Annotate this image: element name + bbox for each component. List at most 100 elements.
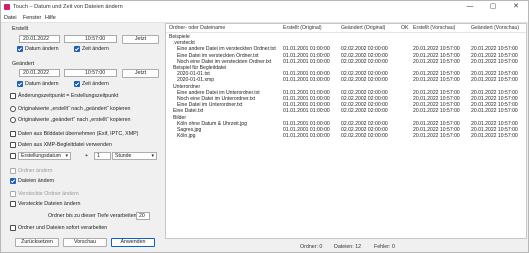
cell-created-original: 01.01.2001 01:00:00 (283, 127, 330, 133)
column-header-ok[interactable]: OK (401, 25, 409, 31)
cell-name: Eine andere Datei im versteckten Ordner.… (177, 46, 276, 53)
cell-name: Eine andere Datei im Unterordner.txt (177, 89, 260, 96)
cell-modified-original: 02.02.2002 02:00:00 (341, 71, 388, 78)
table-row[interactable]: Bilder (166, 115, 526, 121)
modified-change-date-checkbox[interactable] (17, 81, 23, 87)
copy-modified-to-created-radio[interactable] (10, 117, 16, 123)
cell-name: Köln.jpg (177, 133, 196, 140)
created-change-time-checkbox[interactable] (74, 46, 80, 52)
offset-sign: + (85, 153, 89, 159)
cell-modified-original: 02.02.2002 02:00:00 (341, 58, 388, 65)
modified-change-time-checkbox[interactable] (74, 81, 80, 87)
cell-name: Eine Datei im Unterordner.txt (177, 102, 243, 109)
table-row[interactable]: Noch eine Datei im Unterordner.txt 01.01.… (166, 96, 526, 102)
modified-now-button[interactable]: Jetzt (122, 69, 159, 78)
process-immediately-checkbox[interactable] (10, 225, 16, 231)
cell-name: .versteckt (173, 40, 195, 47)
status-files: Dateien: 12 (334, 244, 362, 250)
cell-name: Sagres.jpg (177, 127, 202, 133)
cell-created-preview: 20.01.2022 10:57:00 (413, 120, 460, 127)
cell-modified-preview: 20.01.2022 10:57:00 (471, 120, 518, 127)
cell-modified-preview: 20.01.2022 10:57:00 (471, 102, 518, 109)
table-row[interactable]: Eine Datei.txt 01.01.2001 01:00:00 02.02.2… (166, 108, 526, 115)
cell-modified-preview: 20.01.2022 10:57:00 (471, 133, 518, 140)
cell-created-original: 01.01.2001 01:00:00 (283, 133, 330, 140)
chevron-down-icon: ▾ (151, 153, 154, 159)
column-header-name[interactable]: Ordner- oder Dateiname (169, 25, 225, 31)
cell-created-original: 01.01.2001 01:00:00 (283, 120, 330, 127)
modified-date-input[interactable]: 20.01.2022 (19, 69, 60, 77)
status-folders: Ordner: 0 (300, 244, 323, 250)
modified-time-input[interactable]: 10:57:00 (64, 69, 117, 77)
cell-name: 2020-01-01.txt (177, 71, 210, 78)
table-row[interactable]: Köln.jpg 01.01.2001 01:00:00 02.02.2002 02… (166, 133, 526, 140)
table-row[interactable]: Eine andere Datei im versteckten Ordner.… (166, 46, 526, 53)
status-errors: Fehler: 0 (374, 244, 395, 250)
cell-name: Unterordner (173, 83, 201, 90)
depth-label: Ordner bis zu dieser Tiefe verarbeiten: (48, 213, 139, 219)
from-image-checkbox[interactable] (10, 131, 16, 137)
cell-modified-preview: 20.01.2022 10:57:00 (471, 77, 518, 84)
table-row[interactable]: Beispiel für Begleitdatei (166, 65, 526, 71)
change-folders-checkbox[interactable] (10, 168, 16, 174)
cell-name: Köln ohne Datum & Uhrzeit.jpg (177, 120, 247, 127)
table-row[interactable]: Eine Datei im Unterordner.txt 01.01.2001 … (166, 102, 526, 109)
change-eq-created-label: Änderungszeitpunkt = Erstellungszeitpunk… (18, 93, 119, 99)
column-header-modified-original[interactable]: Geändert (Original) (341, 25, 385, 31)
change-hidden-files-label: Versteckte Dateien ändern (18, 201, 81, 207)
cell-created-preview: 20.01.2022 10:57:00 (413, 89, 460, 96)
cell-created-original: 01.01.2001 01:00:00 (283, 58, 330, 65)
title-bar: Touch – Datum und Zeit von Dateien änder… (1, 1, 528, 13)
offset-checkbox[interactable] (10, 153, 16, 159)
table-row[interactable]: Unterordner (166, 83, 526, 90)
table-row[interactable]: 2020-01-01.txt 01.01.2001 01:00:00 02.02.2… (166, 71, 526, 78)
offset-unit-select[interactable]: Stunde ▾ (112, 152, 157, 160)
table-row[interactable]: 2020-01-01.xmp 01.01.2001 01:00:00 02.02.2… (166, 77, 526, 84)
minimize-button[interactable]: — (459, 2, 481, 12)
change-hidden-files-checkbox[interactable] (10, 201, 16, 207)
menu-datei[interactable]: Datei (4, 15, 17, 21)
offset-value-select[interactable]: 1 (94, 152, 111, 160)
cell-created-preview: 20.01.2022 10:57:00 (413, 52, 460, 59)
maximize-button[interactable]: ▢ (482, 2, 504, 12)
cell-name: 2020-01-01.xmp (177, 77, 215, 84)
table-row[interactable]: Eine andere Datei im Unterordner.txt 01.0… (166, 89, 526, 96)
menu-fenster[interactable]: Fenster (23, 15, 41, 21)
column-header-modified-preview[interactable]: Geändert (Vorschau) (471, 25, 519, 31)
from-image-label: Daten aus Bilddatei übernehmen (Exif, IP… (18, 131, 139, 137)
from-xmp-checkbox[interactable] (10, 142, 16, 148)
column-header-created-original[interactable]: Erstellt (Original) (283, 25, 322, 31)
depth-input[interactable]: 20 (136, 212, 150, 220)
window-title: Touch – Datum und Zeit von Dateien änder… (13, 4, 123, 10)
change-files-checkbox[interactable] (10, 178, 16, 184)
created-now-button[interactable]: Jetzt (122, 35, 159, 44)
copy-created-to-modified-radio[interactable] (10, 106, 16, 112)
table-row[interactable]: Sagres.jpg 01.01.2001 01:00:00 02.02.2002 … (166, 127, 526, 133)
offset-field-select[interactable]: Erstellungsdatum ▾ (18, 152, 71, 160)
created-change-date-checkbox[interactable] (17, 46, 23, 52)
cell-name: Beispiele (169, 34, 190, 40)
menu-hilfe[interactable]: Hilfe (45, 15, 56, 21)
cell-modified-original: 02.02.2002 02:00:00 (341, 46, 388, 53)
cell-created-original: 01.01.2001 01:00:00 (283, 89, 330, 96)
table-row[interactable]: Noch eine Datei im versteckten Ordner.tx… (166, 58, 526, 65)
cell-modified-preview: 20.01.2022 10:57:00 (471, 52, 518, 59)
table-row[interactable]: Köln ohne Datum & Uhrzeit.jpg 01.01.2001 … (166, 120, 526, 127)
process-immediately-label: Ordner und Dateien sofort verarbeiten (18, 225, 108, 231)
cell-created-preview: 20.01.2022 10:57:00 (413, 96, 460, 102)
cell-name: Eine Datei.txt (173, 108, 204, 115)
change-eq-created-checkbox[interactable] (10, 93, 16, 99)
table-row[interactable]: Beispiele (166, 34, 526, 40)
change-hidden-folders-checkbox[interactable] (10, 191, 16, 197)
close-button[interactable]: ✕ (505, 2, 527, 12)
menu-bar: Datei Fenster Hilfe (1, 13, 528, 23)
cell-created-original: 01.01.2001 01:00:00 (283, 71, 330, 78)
file-table: Ordner- oder Dateiname Erstellt (Origina… (165, 23, 527, 239)
cell-created-preview: 20.01.2022 10:57:00 (413, 102, 460, 109)
change-files-label: Dateien ändern (18, 178, 55, 184)
created-time-input[interactable]: 10:57:00 (64, 35, 117, 43)
created-date-input[interactable]: 20.01.2022 (19, 35, 60, 43)
table-row[interactable]: .versteckt (166, 40, 526, 47)
column-header-created-preview[interactable]: Erstellt (Vorschau) (413, 25, 455, 31)
table-row[interactable]: Eine Datei im versteckten Ordner.txt 01.0… (166, 52, 526, 59)
